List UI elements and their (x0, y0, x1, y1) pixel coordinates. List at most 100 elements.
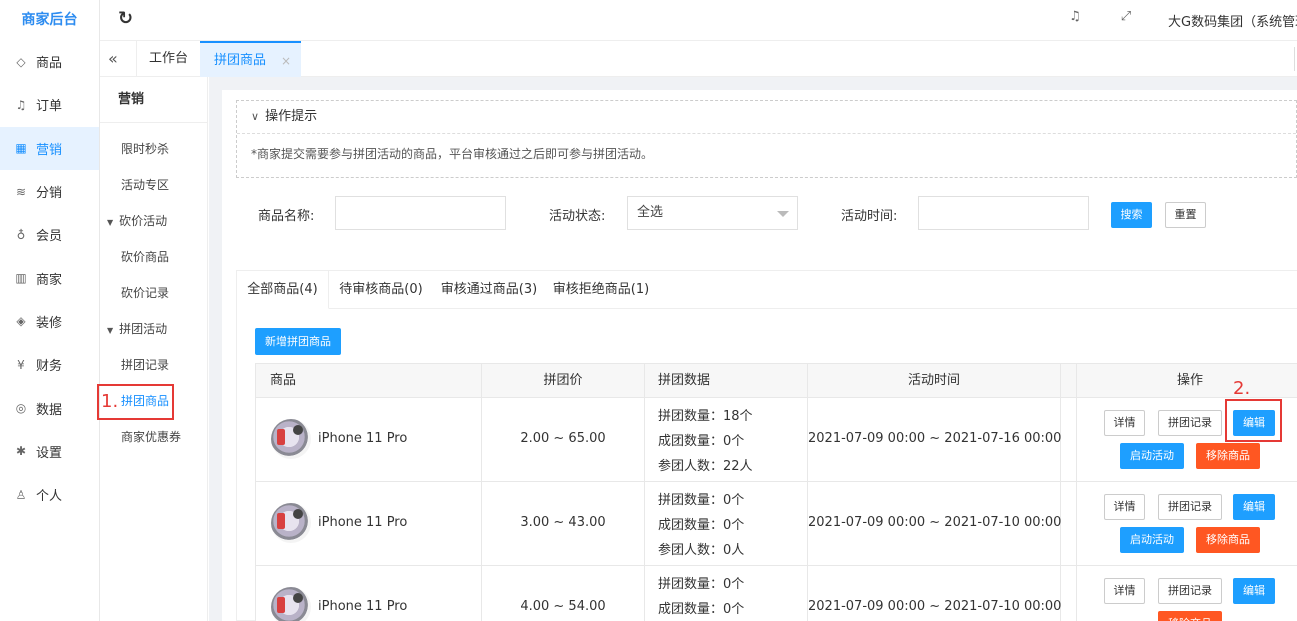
tab-group-buy-products[interactable]: 拼团商品 × (200, 41, 301, 77)
nav-item-1[interactable]: ♫ 订单 (0, 83, 99, 126)
cell-stats: 拼团数量：0个 成团数量：0个 参团人数：0人 (645, 482, 808, 565)
nav-item-8[interactable]: ◎ 数据 (0, 386, 99, 429)
submenu-item-activity-zone[interactable]: 活动专区 (100, 167, 207, 203)
nav-item-label: 财务 (36, 359, 63, 375)
table-row: iPhone 11 Pro 3.00 ~ 43.00 拼团数量：0个 成团数量：0个参… (255, 482, 1297, 566)
action-buttons: 详情 拼团记录 编辑启动活动 移除商品 (1077, 482, 1297, 565)
cell-product: iPhone 11 Pro (256, 398, 482, 481)
group-stats: 拼团数量：0个 成团数量：0个 参团人数：0人 (658, 488, 744, 563)
status-tabs: 全部商品(4) 待审核商品(0) 审核通过商品(3) 审核拒绝商品(1) (237, 271, 1297, 309)
nav-item-label: 装修 (36, 315, 63, 331)
submenu-item-flash-sale[interactable]: 限时秒杀 (100, 131, 207, 167)
detail-button[interactable]: 详情 (1104, 494, 1145, 520)
cell-price: 4.00 ~ 54.00 (482, 566, 645, 621)
product-name-input[interactable] (335, 196, 506, 230)
nav-item-0[interactable]: ◇ 商品 (0, 40, 99, 83)
edit-button[interactable]: 编辑 (1233, 494, 1275, 520)
nav-item-3[interactable]: ≋ 分销 (0, 170, 99, 213)
close-tab-icon[interactable]: × (281, 43, 291, 79)
cell-stats: 拼团数量：0个 成团数量：0个 (645, 566, 808, 621)
nav-item-5[interactable]: ▥ 商家 (0, 256, 99, 299)
product-thumbnail (271, 503, 311, 543)
tab-rejected[interactable]: 审核拒绝商品(1) (545, 271, 657, 309)
tips-text: *商家提交需要参与拼团活动的商品，平台审核通过之后即可参与拼团活动。 (251, 147, 654, 161)
column-header-stats: 拼团数据 (645, 364, 808, 397)
status-label: 活动状态: (549, 209, 606, 224)
product-name[interactable]: iPhone 11 Pro (318, 515, 407, 530)
group-records-button[interactable]: 拼团记录 (1158, 494, 1222, 520)
refresh-icon[interactable]: ↻ (118, 8, 133, 29)
detail-button[interactable]: 详情 (1104, 410, 1145, 436)
remove-product-button[interactable]: 移除商品 (1158, 611, 1222, 621)
stat-line: 成团数量：0个 (658, 602, 745, 617)
nav-item-9[interactable]: ✱ 设置 (0, 430, 99, 473)
fullscreen-icon[interactable]: ⤢ (1115, 9, 1137, 31)
submenu-item-bargain-records[interactable]: 砍价记录 (100, 275, 207, 311)
stat-line: 拼团数量：0个 (658, 577, 745, 592)
add-group-buy-product-button[interactable]: 新增拼团商品 (255, 328, 341, 355)
product-name[interactable]: iPhone 11 Pro (318, 599, 407, 614)
filter-bar: 商品名称: 活动状态: 全选 活动时间: 搜索 重置 (222, 196, 1297, 232)
start-activity-button[interactable]: 启动活动 (1120, 527, 1184, 553)
brand-logo[interactable]: 商家后台 (0, 0, 99, 40)
notification-bell-icon[interactable]: ♫ (1064, 9, 1086, 31)
tab-pending-review[interactable]: 待审核商品(0) (329, 271, 433, 309)
search-button[interactable]: 搜索 (1111, 202, 1152, 228)
bell-icon: ♫ (15, 97, 27, 112)
status-select[interactable]: 全选 (627, 196, 798, 230)
column-header-price: 拼团价 (482, 364, 645, 397)
nav-item-label: 设置 (36, 445, 63, 461)
stat-line: 拼团数量：0个 (658, 493, 745, 508)
nav-item-6[interactable]: ◈ 装修 (0, 300, 99, 343)
caret-down-icon: ▼ (107, 218, 114, 227)
tab-approved[interactable]: 审核通过商品(3) (433, 271, 545, 309)
nav-item-label: 个人 (36, 489, 63, 505)
detail-button[interactable]: 详情 (1104, 578, 1145, 604)
stat-line: 成团数量：0个 (658, 518, 745, 533)
time-range-input[interactable] (918, 196, 1089, 230)
main-content: ∨ 操作提示 *商家提交需要参与拼团活动的商品，平台审核通过之后即可参与拼团活动。… (209, 77, 1297, 621)
time-label: 活动时间: (841, 209, 898, 224)
primary-nav: 商家后台 ◇ 商品 ♫ 订单 ▦ 营销 ≋ 分销 ♁ 会员 ▥ 商家 ◈ 装修 ¥ 财务 ◎ 数据 ✱ 设置 ♙ 个人 (0, 0, 100, 621)
tab-workbench[interactable]: 工作台 (136, 41, 200, 77)
secondary-menu: 营销 限时秒杀 活动专区 ▼ 砍价活动 砍价商品 砍价记录 ▼ 拼团活动 拼团记录 … (100, 77, 208, 621)
submenu-item-coupons[interactable]: 商家优惠券 (100, 419, 207, 455)
remove-product-button[interactable]: 移除商品 (1196, 527, 1260, 553)
submenu-group-bargain[interactable]: ▼ 砍价活动 (100, 203, 207, 239)
organization-name[interactable]: 大G数码集团（系统管理 (1168, 11, 1297, 30)
submenu-item-group-buy-records[interactable]: 拼团记录 (100, 347, 207, 383)
group-records-button[interactable]: 拼团记录 (1158, 578, 1222, 604)
nav-item-label: 商品 (36, 56, 63, 72)
tab-label: 拼团商品 (214, 53, 267, 68)
table-header: 商品 拼团价 拼团数据 活动时间 操作 (255, 363, 1297, 398)
product-name[interactable]: iPhone 11 Pro (318, 431, 407, 446)
cell-spacer (1061, 566, 1077, 621)
content-card: ∨ 操作提示 *商家提交需要参与拼团活动的商品，平台审核通过之后即可参与拼团活动。… (222, 90, 1297, 621)
nav-item-4[interactable]: ♁ 会员 (0, 213, 99, 256)
nav-item-7[interactable]: ¥ 财务 (0, 343, 99, 386)
product-thumbnail (271, 419, 311, 459)
nav-item-2[interactable]: ▦ 营销 (0, 126, 99, 170)
submenu-item-bargain-products[interactable]: 砍价商品 (100, 239, 207, 275)
products-panel: 全部商品(4) 待审核商品(0) 审核通过商品(3) 审核拒绝商品(1) 新增拼… (236, 270, 1297, 621)
submenu-title: 营销 (100, 77, 207, 123)
action-buttons: 详情拼团记录编辑移除商品 (1077, 566, 1297, 621)
cell-time: 2021-07-09 00:00 ~ 2021-07-10 00:00 (808, 566, 1061, 621)
nav-item-10[interactable]: ♙ 个人 (0, 473, 99, 516)
collapse-sidebar-icon[interactable]: « (108, 49, 118, 68)
group-price: 2.00 ~ 65.00 (520, 431, 606, 446)
stat-line: 成团数量：0个 (658, 434, 745, 449)
reset-button[interactable]: 重置 (1165, 202, 1206, 228)
nav-item-label: 营销 (36, 142, 63, 158)
tab-all-products[interactable]: 全部商品(4) (237, 271, 329, 309)
submenu-group-group-buy[interactable]: ▼ 拼团活动 (100, 311, 207, 347)
tips-header[interactable]: ∨ 操作提示 (237, 101, 1296, 134)
remove-product-button[interactable]: 移除商品 (1196, 443, 1260, 469)
edit-button[interactable]: 编辑 (1233, 578, 1275, 604)
column-spacer (1061, 364, 1077, 397)
activity-time: 2021-07-09 00:00 ~ 2021-07-10 00:00 (808, 599, 1062, 614)
group-records-button[interactable]: 拼团记录 (1158, 410, 1222, 436)
product-thumbnail (271, 587, 311, 621)
group-label: 拼团活动 (119, 322, 168, 336)
start-activity-button[interactable]: 启动活动 (1120, 443, 1184, 469)
